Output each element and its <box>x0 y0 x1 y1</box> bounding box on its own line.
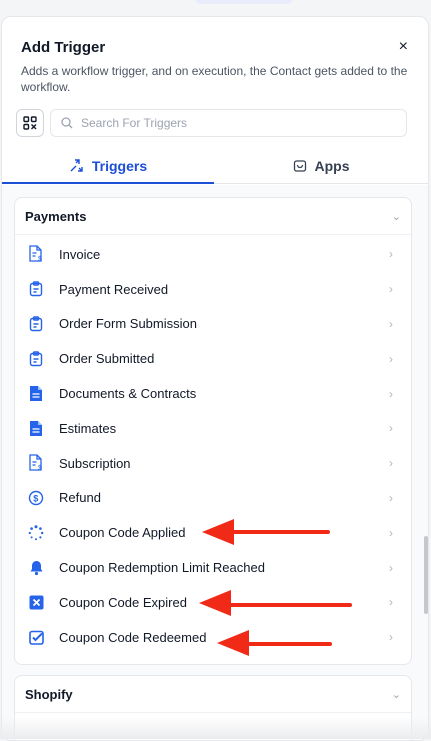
item-label: Subscription <box>59 455 131 471</box>
close-icon[interactable]: × <box>399 38 408 56</box>
search-icon <box>61 117 73 129</box>
item-label: Payment Received <box>59 281 169 297</box>
clipboard-icon <box>27 350 45 368</box>
chevron-down-icon: ⌄ <box>391 688 401 701</box>
list-item-documents-contracts[interactable]: Documents & Contracts › <box>15 376 411 411</box>
chevron-right-icon: › <box>389 456 393 471</box>
chevron-right-icon: › <box>389 282 393 297</box>
clipboard-icon <box>27 315 45 333</box>
red-arrow-annotation <box>199 590 352 616</box>
tab-bar: Triggers Apps <box>2 149 428 184</box>
red-arrow-annotation <box>202 519 330 545</box>
list-item-estimates[interactable]: Estimates › <box>15 411 411 446</box>
invoice-icon: $ <box>27 245 45 263</box>
chevron-right-icon: › <box>389 560 393 575</box>
apps-icon <box>293 159 306 172</box>
chevron-down-icon: ⌄ <box>391 210 401 223</box>
red-arrow-annotation <box>217 630 332 656</box>
chevron-right-icon: › <box>389 421 393 436</box>
list-item-refund[interactable]: $ Refund › <box>15 481 411 516</box>
item-label: Refund <box>59 490 101 506</box>
bottom-shadow <box>0 717 431 739</box>
chevron-right-icon: › <box>389 316 393 331</box>
tab-apps-label: Apps <box>314 157 350 174</box>
item-label: Estimates <box>59 420 117 436</box>
bell-icon <box>27 559 45 577</box>
tab-triggers-label: Triggers <box>91 157 148 174</box>
chevron-right-icon: › <box>389 351 393 366</box>
shopify-section-header[interactable]: Shopify ⌄ <box>15 676 411 713</box>
chevron-right-icon: › <box>389 386 393 401</box>
search-box[interactable] <box>50 109 407 137</box>
clipboard-icon <box>27 280 45 298</box>
svg-text:$: $ <box>38 465 42 472</box>
document-icon <box>27 419 45 437</box>
list-item-invoice[interactable]: $ Invoice › <box>15 237 411 272</box>
chevron-right-icon: › <box>389 490 393 505</box>
shopify-section-title: Shopify <box>25 686 73 702</box>
item-label: Coupon Code Redeemed <box>59 629 207 645</box>
item-label: Invoice <box>59 246 101 262</box>
x-square-icon <box>27 593 45 611</box>
chevron-right-icon: › <box>389 525 393 540</box>
document-icon <box>27 385 45 403</box>
triggers-icon <box>70 159 83 172</box>
list-item-payment-received[interactable]: Payment Received › <box>15 272 411 307</box>
item-label: Coupon Code Applied <box>59 525 186 541</box>
item-label: Coupon Code Expired <box>59 594 187 610</box>
tab-apps[interactable]: Apps <box>214 149 428 182</box>
invoice-icon: $ <box>27 454 45 472</box>
scrollbar-thumb[interactable] <box>424 536 428 614</box>
grid-icon <box>23 116 37 130</box>
top-tab-indicator <box>196 0 292 4</box>
svg-text:$: $ <box>38 256 42 263</box>
chevron-right-icon: › <box>389 247 393 262</box>
item-label: Documents & Contracts <box>59 386 197 402</box>
list-item-subscription[interactable]: $ Subscription › <box>15 446 411 481</box>
refund-icon: $ <box>27 489 45 507</box>
check-square-icon <box>27 628 45 646</box>
panel-title: Add Trigger <box>21 39 106 56</box>
tab-triggers[interactable]: Triggers <box>2 149 214 184</box>
loading-dots-icon <box>27 524 45 542</box>
item-label: Order Form Submission <box>59 316 197 332</box>
item-label: Coupon Redemption Limit Reached <box>59 560 265 576</box>
item-label: Order Submitted <box>59 351 155 367</box>
payments-section-title: Payments <box>25 208 87 224</box>
chevron-right-icon: › <box>389 630 393 645</box>
payments-section-header[interactable]: Payments ⌄ <box>15 198 411 235</box>
panel-subtitle: Adds a workflow trigger, and on executio… <box>21 64 408 94</box>
list-item-order-form-submission[interactable]: Order Form Submission › <box>15 307 411 342</box>
grid-view-button[interactable] <box>16 109 44 137</box>
svg-text:$: $ <box>33 493 38 503</box>
list-item-coupon-redemption-limit[interactable]: Coupon Redemption Limit Reached › <box>15 550 411 585</box>
list-item-order-submitted[interactable]: Order Submitted › <box>15 341 411 376</box>
chevron-right-icon: › <box>389 595 393 610</box>
search-input[interactable] <box>79 115 383 131</box>
